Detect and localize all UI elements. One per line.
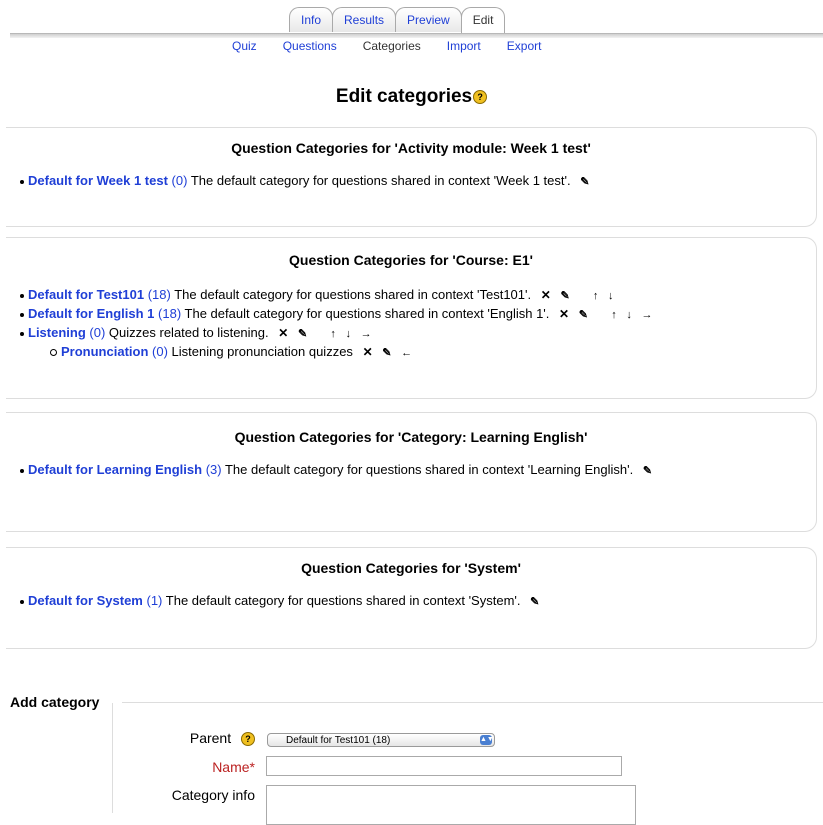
category-section-course: Question Categories for 'Course: E1' Def… <box>6 237 817 399</box>
bullet <box>20 293 24 298</box>
category-list: Default for Test101 (18) The default cat… <box>6 286 816 362</box>
category-count: (1) <box>146 593 163 608</box>
category-description: The default category for questions share… <box>190 173 571 188</box>
name-field[interactable] <box>266 756 622 776</box>
tab-results[interactable]: Results <box>332 7 397 32</box>
subtab-bar: Quiz Questions Categories Import Export <box>232 39 567 53</box>
subtab-questions[interactable]: Questions <box>283 39 337 53</box>
section-heading: Question Categories for 'Activity module… <box>231 140 591 156</box>
bullet <box>20 599 24 604</box>
category-count: (18) <box>147 287 171 302</box>
tab-preview[interactable]: Preview <box>395 7 462 32</box>
delete-icon[interactable]: ✕ <box>541 286 551 304</box>
select-arrows-icon: ▲▼ <box>480 735 494 745</box>
name-label: Name* <box>212 759 255 775</box>
category-count: (18) <box>158 306 182 321</box>
page-title: Edit categories? <box>0 86 823 108</box>
category-info-field[interactable] <box>266 785 636 825</box>
category-info-label: Category info <box>171 787 255 803</box>
bullet <box>20 179 24 184</box>
section-heading: Question Categories for 'System' <box>301 560 521 576</box>
tab-underline <box>10 33 823 38</box>
section-heading: Question Categories for 'Course: E1' <box>289 252 533 268</box>
category-link[interactable]: Default for Week 1 test <box>28 173 168 188</box>
edit-icon[interactable]: ✎ <box>580 173 589 191</box>
list-item: Default for Learning English (3) The def… <box>20 461 816 480</box>
category-description: The default category for questions share… <box>174 287 532 302</box>
category-count: (0) <box>89 325 106 340</box>
tab-info[interactable]: Info <box>289 7 334 32</box>
add-category-legend: Add category <box>10 694 100 710</box>
parent-label: Parent ? <box>189 730 255 747</box>
delete-icon[interactable]: ✕ <box>278 324 288 342</box>
help-icon[interactable]: ? <box>241 732 255 747</box>
category-description: The default category for questions share… <box>224 462 634 477</box>
move-left-icon[interactable]: ← <box>401 344 412 362</box>
edit-icon[interactable]: ✎ <box>560 287 569 305</box>
page-title-text: Edit categories <box>335 86 473 107</box>
move-right-icon[interactable]: → <box>361 325 372 343</box>
list-item: Default for Week 1 test (0) The default … <box>20 172 816 191</box>
category-section-week1: Question Categories for 'Activity module… <box>6 127 817 227</box>
list-item: Default for Test101 (18) The default cat… <box>20 286 816 305</box>
category-count: (0) <box>152 344 168 359</box>
bullet-circle <box>50 349 57 357</box>
tab-bar: Info Results Preview Edit <box>0 7 823 38</box>
list-item: Pronunciation (0) Listening pronunciatio… <box>20 343 816 362</box>
category-description: Quizzes related to listening. <box>108 325 269 340</box>
move-up-icon[interactable]: ↑ <box>611 306 617 324</box>
list-item: Default for English 1 (18) The default c… <box>20 305 816 324</box>
edit-icon[interactable]: ✎ <box>298 325 307 343</box>
category-description: The default category for questions share… <box>184 306 550 321</box>
edit-icon[interactable]: ✎ <box>382 344 391 362</box>
section-heading: Question Categories for 'Category: Learn… <box>234 429 588 445</box>
move-up-icon[interactable]: ↑ <box>593 287 599 305</box>
category-link[interactable]: Default for English 1 <box>28 306 154 321</box>
move-up-icon[interactable]: ↑ <box>330 325 336 343</box>
move-right-icon[interactable]: → <box>641 306 652 324</box>
category-description: The default category for questions share… <box>165 593 521 608</box>
delete-icon[interactable]: ✕ <box>363 343 373 361</box>
subtab-categories: Categories <box>362 39 421 53</box>
category-list: Default for Week 1 test (0) The default … <box>6 172 816 191</box>
category-link[interactable]: Default for Test101 <box>28 287 144 302</box>
delete-icon[interactable]: ✕ <box>559 305 569 323</box>
name-label-text: Name <box>212 759 250 775</box>
move-down-icon[interactable]: ↓ <box>346 325 352 343</box>
category-link[interactable]: Default for System <box>28 593 143 608</box>
subtab-quiz[interactable]: Quiz <box>232 39 257 53</box>
move-down-icon[interactable]: ↓ <box>626 306 632 324</box>
list-item: Default for System (1) The default categ… <box>20 592 816 611</box>
parent-select[interactable]: Default for Test101 (18) ▲▼ <box>267 733 495 747</box>
move-down-icon[interactable]: ↓ <box>608 287 614 305</box>
category-description: Listening pronunciation quizzes <box>171 344 353 359</box>
category-list: Default for System (1) The default categ… <box>6 592 816 611</box>
category-section-learning-english: Question Categories for 'Category: Learn… <box>6 412 817 532</box>
category-link[interactable]: Default for Learning English <box>28 462 202 477</box>
help-icon[interactable]: ? <box>473 89 488 104</box>
tab-edit[interactable]: Edit <box>460 7 506 34</box>
category-link[interactable]: Pronunciation <box>61 344 148 359</box>
bullet <box>20 312 24 317</box>
edit-icon[interactable]: ✎ <box>530 593 539 611</box>
list-item: Listening (0) Quizzes related to listeni… <box>20 324 816 343</box>
parent-select-value: Default for Test101 (18) <box>286 735 391 746</box>
subtab-import[interactable]: Import <box>447 39 481 53</box>
edit-icon[interactable]: ✎ <box>579 306 588 324</box>
category-link[interactable]: Listening <box>28 325 86 340</box>
bullet <box>20 331 24 336</box>
category-section-system: Question Categories for 'System' Default… <box>6 547 817 649</box>
subtab-export[interactable]: Export <box>507 39 542 53</box>
category-list: Default for Learning English (3) The def… <box>6 461 816 480</box>
parent-label-text: Parent <box>189 730 232 746</box>
required-mark: * <box>249 759 255 775</box>
category-count: (0) <box>171 173 188 188</box>
category-count: (3) <box>205 462 222 477</box>
edit-icon[interactable]: ✎ <box>643 462 652 480</box>
tabs: Info Results Preview Edit <box>289 7 506 34</box>
bullet <box>20 468 24 473</box>
